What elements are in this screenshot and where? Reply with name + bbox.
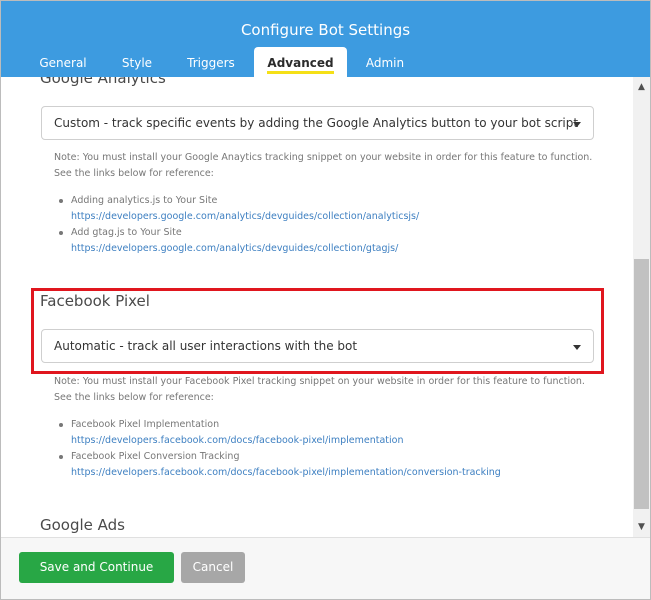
ref-label: Adding analytics.js to Your Site xyxy=(71,195,218,206)
ref-link[interactable]: https://developers.google.com/analytics/… xyxy=(71,241,619,257)
ref-link[interactable]: https://developers.google.com/analytics/… xyxy=(71,209,619,225)
scroll-down-icon[interactable]: ▼ xyxy=(637,523,646,532)
dialog-footer: Save and Continue Cancel xyxy=(1,537,650,599)
cancel-button[interactable]: Cancel xyxy=(181,552,245,583)
tab-style[interactable]: Style xyxy=(105,47,169,77)
google-ads-title: Google Ads xyxy=(40,516,125,534)
list-item: Facebook Pixel Conversion Tracking https… xyxy=(59,449,619,481)
google-analytics-ref-list: Adding analytics.js to Your Site https:/… xyxy=(59,193,619,257)
chevron-down-icon xyxy=(573,345,581,350)
ref-link[interactable]: https://developers.facebook.com/docs/fac… xyxy=(71,465,619,481)
google-analytics-selected-value: Custom - track specific events by adding… xyxy=(54,116,579,130)
content-scrollbar[interactable]: ▲ ▼ xyxy=(633,77,650,537)
google-analytics-title: Google Analytics xyxy=(40,77,166,87)
ref-link[interactable]: https://developers.facebook.com/docs/fac… xyxy=(71,433,619,449)
configure-bot-settings-dialog: Configure Bot Settings General Style Tri… xyxy=(0,0,651,600)
scrollbar-thumb[interactable] xyxy=(634,259,649,509)
bullet-icon xyxy=(59,199,63,203)
facebook-pixel-ref-list: Facebook Pixel Implementation https://de… xyxy=(59,417,619,481)
chevron-down-icon xyxy=(573,122,581,127)
tab-advanced[interactable]: Advanced xyxy=(254,47,347,77)
dialog-title: Configure Bot Settings xyxy=(240,21,411,39)
google-analytics-select[interactable]: Custom - track specific events by adding… xyxy=(41,106,594,140)
list-item: Add gtag.js to Your Site https://develop… xyxy=(59,225,619,257)
advanced-settings-panel[interactable]: Google Analytics Custom - track specific… xyxy=(1,77,633,537)
facebook-pixel-selected-value: Automatic - track all user interactions … xyxy=(54,339,358,353)
bullet-icon xyxy=(59,423,63,427)
google-analytics-note: Note: You must install your Google Anayt… xyxy=(54,152,593,179)
tab-triggers[interactable]: Triggers xyxy=(175,47,247,77)
ref-label: Facebook Pixel Conversion Tracking xyxy=(71,451,240,462)
tab-admin[interactable]: Admin xyxy=(353,47,417,77)
dialog-header: Configure Bot Settings General Style Tri… xyxy=(1,1,650,77)
save-and-continue-button[interactable]: Save and Continue xyxy=(19,552,174,583)
facebook-pixel-title: Facebook Pixel xyxy=(40,292,150,310)
bullet-icon xyxy=(59,231,63,235)
facebook-pixel-note: Note: You must install your Facebook Pix… xyxy=(54,376,585,403)
bullet-icon xyxy=(59,455,63,459)
scroll-up-icon[interactable]: ▲ xyxy=(637,83,646,92)
tab-general[interactable]: General xyxy=(27,47,99,77)
tab-advanced-label: Advanced xyxy=(267,56,334,74)
tab-bar: General Style Triggers Advanced Admin xyxy=(1,47,650,77)
ref-label: Facebook Pixel Implementation xyxy=(71,419,220,430)
list-item: Facebook Pixel Implementation https://de… xyxy=(59,417,619,449)
list-item: Adding analytics.js to Your Site https:/… xyxy=(59,193,619,225)
facebook-pixel-select[interactable]: Automatic - track all user interactions … xyxy=(41,329,594,363)
ref-label: Add gtag.js to Your Site xyxy=(71,227,182,238)
